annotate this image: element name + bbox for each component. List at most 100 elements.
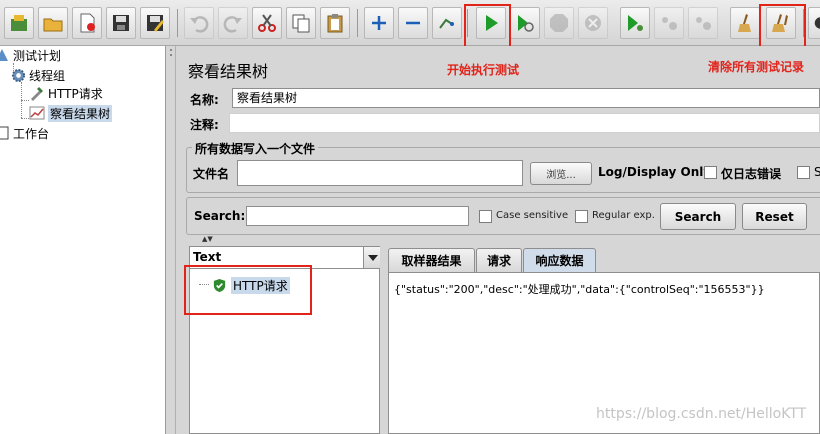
shutdown-button[interactable] [578, 7, 608, 39]
tree-item-label: 工作台 [13, 126, 50, 141]
start-annotation-label: 开始执行测试 [447, 63, 520, 77]
splitter-grip [170, 54, 172, 56]
results-splitter[interactable] [380, 246, 388, 434]
remote-shutdown-icon [696, 17, 711, 30]
plus-icon [372, 16, 386, 30]
toolbar [0, 0, 820, 46]
tree-connector [199, 284, 209, 285]
help-button[interactable] [808, 7, 820, 39]
tree-item-label: 察看结果树 [48, 104, 113, 122]
close-file-button[interactable] [72, 7, 102, 39]
pipette-icon [29, 85, 45, 101]
undo-button[interactable] [184, 7, 214, 39]
browse-button[interactable]: 浏览... [530, 162, 592, 185]
case-sensitive-checkbox[interactable] [479, 210, 492, 223]
sample-item-http-request[interactable]: HTTP请求 [212, 277, 290, 294]
sample-item-label: HTTP请求 [231, 277, 290, 294]
remote-stop-button[interactable] [654, 7, 684, 39]
cut-button[interactable] [252, 7, 282, 39]
filename-label: 文件名 [193, 167, 230, 181]
copy-icon [292, 14, 310, 33]
tree-item-label: 线程组 [29, 68, 66, 83]
comment-input[interactable] [229, 113, 820, 133]
response-body-text: {"status":"200","desc":"处理成功","data":{"c… [394, 283, 765, 296]
redo-icon [223, 16, 242, 33]
clear-all-button[interactable] [766, 7, 796, 39]
minus-icon [406, 21, 420, 25]
play-no-pause-icon [518, 15, 534, 32]
search-input[interactable] [246, 206, 469, 226]
reset-button[interactable]: Reset [742, 203, 807, 230]
test-plan-tree[interactable]: 测试计划 线程组 HTTP请求 察看结果树 工作台 [0, 46, 166, 434]
toggle-icon [439, 18, 454, 29]
open-button[interactable] [38, 7, 68, 39]
clipboard-icon [327, 14, 343, 33]
stop-icon [550, 14, 568, 32]
splitter-grip [170, 49, 172, 51]
collapse-button[interactable] [398, 7, 428, 39]
search-label: Search: [194, 209, 246, 223]
tree-item-http-request[interactable]: HTTP请求 [29, 84, 103, 102]
filename-input[interactable] [237, 160, 523, 186]
regex-checkbox[interactable] [575, 210, 588, 223]
remote-shutdown-button[interactable] [688, 7, 718, 39]
renderer-select[interactable]: Text [190, 247, 381, 269]
workbench-icon [0, 125, 10, 141]
log-display-only-label: Log/Display Only: [598, 165, 716, 179]
help-icon [814, 17, 820, 29]
expand-button[interactable] [364, 7, 394, 39]
shutdown-icon [585, 15, 601, 31]
clear-button[interactable] [730, 7, 760, 39]
save-as-button[interactable] [140, 7, 170, 39]
test-plan-icon [0, 47, 10, 63]
undo-icon [190, 16, 209, 33]
scissors-icon [258, 14, 276, 32]
tree-item-view-results-tree[interactable]: 察看结果树 [29, 104, 113, 122]
successes-only-checkbox[interactable] [797, 166, 810, 179]
redo-button[interactable] [218, 7, 248, 39]
collapse-arrows-icon[interactable]: ▲▼ [202, 235, 213, 243]
gear-icon [10, 67, 26, 83]
tree-splitter[interactable] [167, 46, 176, 434]
toolbar-separator [357, 9, 358, 37]
toolbar-separator [467, 9, 468, 37]
tree-item-test-plan[interactable]: 测试计划 [0, 46, 61, 64]
clear-annotation-label: 清除所有测试记录 [708, 60, 805, 74]
tab-response-data[interactable]: 响应数据 [523, 248, 596, 272]
templates-icon [11, 15, 27, 31]
save-as-icon [147, 15, 164, 32]
templates-button[interactable] [4, 7, 34, 39]
copy-button[interactable] [286, 7, 316, 39]
save-button[interactable] [106, 7, 136, 39]
tree-item-workbench[interactable]: 工作台 [0, 124, 49, 142]
remote-start-button[interactable] [620, 7, 650, 39]
stop-button[interactable] [544, 7, 574, 39]
tree-item-thread-group[interactable]: 线程组 [10, 66, 65, 84]
comment-label: 注释: [190, 118, 219, 132]
search-button[interactable]: Search [660, 203, 736, 230]
play-icon [486, 15, 498, 31]
tree-item-label: HTTP请求 [48, 86, 103, 101]
toolbar-separator [803, 9, 804, 37]
errors-only-checkbox[interactable] [704, 166, 717, 179]
start-button[interactable] [476, 7, 506, 39]
start-no-pause-button[interactable] [510, 7, 540, 39]
name-input[interactable]: 察看结果树 [232, 88, 820, 108]
tree-item-label: 测试计划 [13, 48, 62, 63]
sample-result-tree[interactable]: Text HTTP请求 [189, 246, 381, 434]
paste-button[interactable] [320, 7, 350, 39]
view-results-tree-panel: 察看结果树 名称: 察看结果树 注释: 所有数据写入一个文件 文件名 浏览...… [177, 46, 820, 434]
case-sensitive-label: Case sensitive [496, 210, 569, 221]
tab-sampler-result[interactable]: 取样器结果 [388, 248, 475, 272]
close-file-icon [80, 13, 95, 33]
folder-open-icon [43, 18, 63, 32]
tab-request[interactable]: 请求 [476, 248, 522, 272]
tree-connector [21, 118, 29, 119]
toggle-button[interactable] [432, 7, 462, 39]
clear-all-icon [772, 14, 788, 32]
chevron-down-icon[interactable] [363, 247, 381, 268]
successes-only-label: S [814, 165, 820, 179]
errors-only-label: 仅日志错误 [721, 167, 782, 181]
page-title: 察看结果树 [188, 62, 269, 81]
renderer-selected-value: Text [193, 250, 222, 264]
